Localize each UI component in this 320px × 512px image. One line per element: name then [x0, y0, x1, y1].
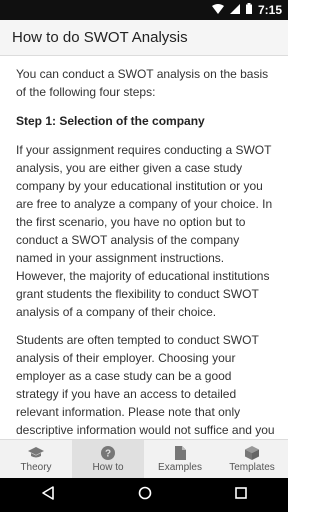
graduation-cap-icon: [28, 446, 44, 460]
nav-item-templates[interactable]: Templates: [216, 440, 288, 478]
nav-item-examples[interactable]: Examples: [144, 440, 216, 478]
nav-item-theory[interactable]: Theory: [0, 440, 72, 478]
nav-label-examples: Examples: [158, 461, 202, 473]
battery-icon: [245, 1, 252, 19]
body-paragraph: If your assignment requires conducting a…: [16, 143, 273, 319]
recents-icon[interactable]: [234, 486, 247, 504]
body-paragraph: Students are often tempted to conduct SW…: [16, 333, 275, 437]
back-icon[interactable]: [41, 485, 55, 505]
status-time: 7:15: [257, 3, 282, 17]
wifi-icon: [211, 1, 224, 19]
system-navigation-bar: [0, 478, 288, 512]
page-title: How to do SWOT Analysis: [12, 29, 188, 46]
status-bar: 7:15: [0, 0, 288, 20]
signal-icon: [229, 1, 240, 19]
svg-text:?: ?: [105, 448, 111, 459]
nav-item-how-to[interactable]: ? How to: [72, 440, 144, 478]
article-content[interactable]: You can conduct a SWOT analysis on the b…: [0, 57, 288, 439]
app-bar: How to do SWOT Analysis: [0, 20, 288, 56]
nav-label-templates: Templates: [229, 461, 275, 473]
document-icon: [172, 445, 188, 460]
bottom-navigation: Theory ? How to Examples Templates: [0, 439, 288, 478]
step-heading: Step 1: Selection of the company: [16, 114, 205, 128]
question-circle-icon: ?: [100, 445, 116, 460]
nav-label-how-to: How to: [92, 461, 124, 473]
nav-label-theory: Theory: [20, 461, 52, 473]
box-icon: [244, 445, 260, 460]
intro-paragraph: You can conduct a SWOT analysis on the b…: [16, 67, 269, 99]
home-icon[interactable]: [138, 486, 152, 505]
